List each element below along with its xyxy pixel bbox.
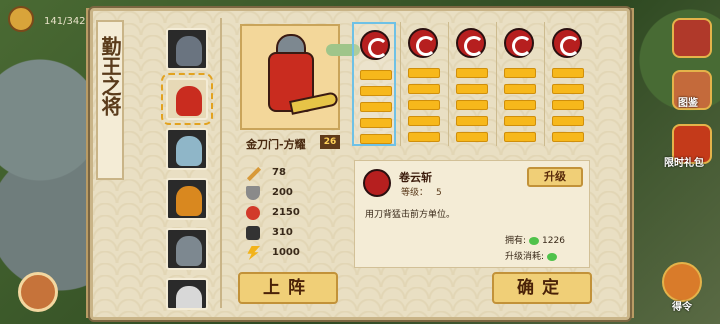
skill-bar (408, 116, 440, 126)
heart-icon (246, 206, 260, 220)
stat-value: 78 (272, 167, 286, 178)
panel-title: 勤王之将 (98, 36, 122, 116)
stat-attack: 78 (244, 164, 336, 182)
skill-detail-icon (363, 169, 391, 197)
upgrade-cost: 升级消耗: (505, 249, 560, 262)
progress-count: 141/342 (44, 16, 86, 27)
stat-value: 1000 (272, 247, 300, 258)
skill-icon (408, 28, 438, 58)
skill-detail: 卷云斩 等级： 5 升级 用刀背猛击前方单位。 拥有: 1226 升级消耗: (354, 160, 590, 268)
hero-slot[interactable] (166, 28, 208, 70)
divider (220, 18, 222, 308)
stat-value: 2150 (272, 207, 300, 218)
hero-name: 金刀门-方耀 (246, 138, 306, 151)
skill-description: 用刀背猛击前方单位。 (365, 210, 456, 220)
skill-bar (504, 132, 536, 142)
skill-bar (360, 70, 392, 80)
skill-bar (504, 84, 536, 94)
skill-bar (552, 100, 584, 110)
owned-amount: 拥有: 1226 (505, 236, 565, 246)
stat-value: 310 (272, 227, 293, 238)
skill-bar (408, 132, 440, 142)
hero-avatar (176, 136, 202, 166)
stat-defense: 200 (244, 184, 336, 202)
column-divider (496, 22, 497, 146)
skill-level: 等级： 5 (401, 188, 442, 198)
skill-bar (456, 84, 488, 94)
column-divider (544, 22, 545, 146)
hero-avatar (176, 186, 202, 216)
skill-bar (552, 132, 584, 142)
hero-list (160, 20, 214, 310)
column-divider (400, 22, 401, 146)
hero-level-badge: 26 (320, 135, 340, 149)
skill-bar (552, 116, 584, 126)
skill-bar (360, 102, 392, 112)
skill-bar (360, 86, 392, 96)
stat-speed: 310 (244, 224, 336, 242)
skill-bar (504, 68, 536, 78)
hero-portrait (240, 24, 340, 130)
lightning-icon (247, 246, 260, 260)
order-label: 得令 (672, 302, 692, 313)
skill-bar (360, 118, 392, 128)
order-button[interactable] (662, 262, 702, 302)
skill-bar (408, 68, 440, 78)
hero-slot[interactable] (166, 228, 208, 270)
skill-icon (360, 30, 390, 60)
skill-icon (456, 28, 486, 58)
skill-column[interactable] (498, 22, 542, 146)
skill-bar (360, 134, 392, 144)
hero-slot[interactable] (166, 278, 208, 310)
column-divider (448, 22, 449, 146)
hero-avatar (176, 36, 202, 66)
skill-bar (552, 68, 584, 78)
dictionary-label: 图鉴 (678, 98, 698, 109)
skill-bar (504, 100, 536, 110)
skill-bar (552, 84, 584, 94)
shield-icon (246, 186, 260, 200)
sword-icon (246, 166, 262, 182)
skill-icon (504, 28, 534, 58)
skill-icon (552, 28, 582, 58)
joystick[interactable] (18, 272, 58, 312)
confirm-button[interactable]: 确定 (492, 272, 592, 304)
skill-bar (456, 68, 488, 78)
hero-slot[interactable] (166, 128, 208, 170)
deploy-button[interactable]: 上阵 (238, 272, 338, 304)
boot-icon (246, 226, 260, 240)
upgrade-button[interactable]: 升级 (527, 167, 583, 187)
skill-bar (408, 100, 440, 110)
skill-bar (456, 116, 488, 126)
hero-avatar (176, 236, 202, 266)
stat-health: 2150 (244, 204, 336, 222)
hero-avatar (176, 286, 202, 308)
title-plaque: 勤王之将 (96, 20, 124, 180)
gift-label: 限时礼包 (664, 158, 704, 169)
skill-column[interactable] (402, 22, 446, 146)
skill-column[interactable] (450, 22, 494, 146)
resource-icon (8, 6, 34, 32)
skill-bar (408, 84, 440, 94)
top-hud: 141/342 (0, 0, 100, 42)
hero-stats: 78 200 2150 310 1000 (244, 162, 336, 272)
hero-slot-selected[interactable] (161, 73, 213, 125)
jade-icon (547, 252, 558, 261)
jade-icon (529, 236, 540, 245)
skill-column-selected[interactable] (352, 22, 396, 146)
stat-value: 200 (272, 187, 293, 198)
skill-column[interactable] (546, 22, 590, 146)
skill-name: 卷云斩 (399, 171, 432, 184)
hero-avatar (176, 86, 202, 116)
skill-bar (456, 132, 488, 142)
skill-bar (504, 116, 536, 126)
stat-energy: 1000 (244, 244, 336, 262)
close-button[interactable] (672, 18, 712, 58)
hero-slot[interactable] (166, 178, 208, 220)
skill-bar (456, 100, 488, 110)
